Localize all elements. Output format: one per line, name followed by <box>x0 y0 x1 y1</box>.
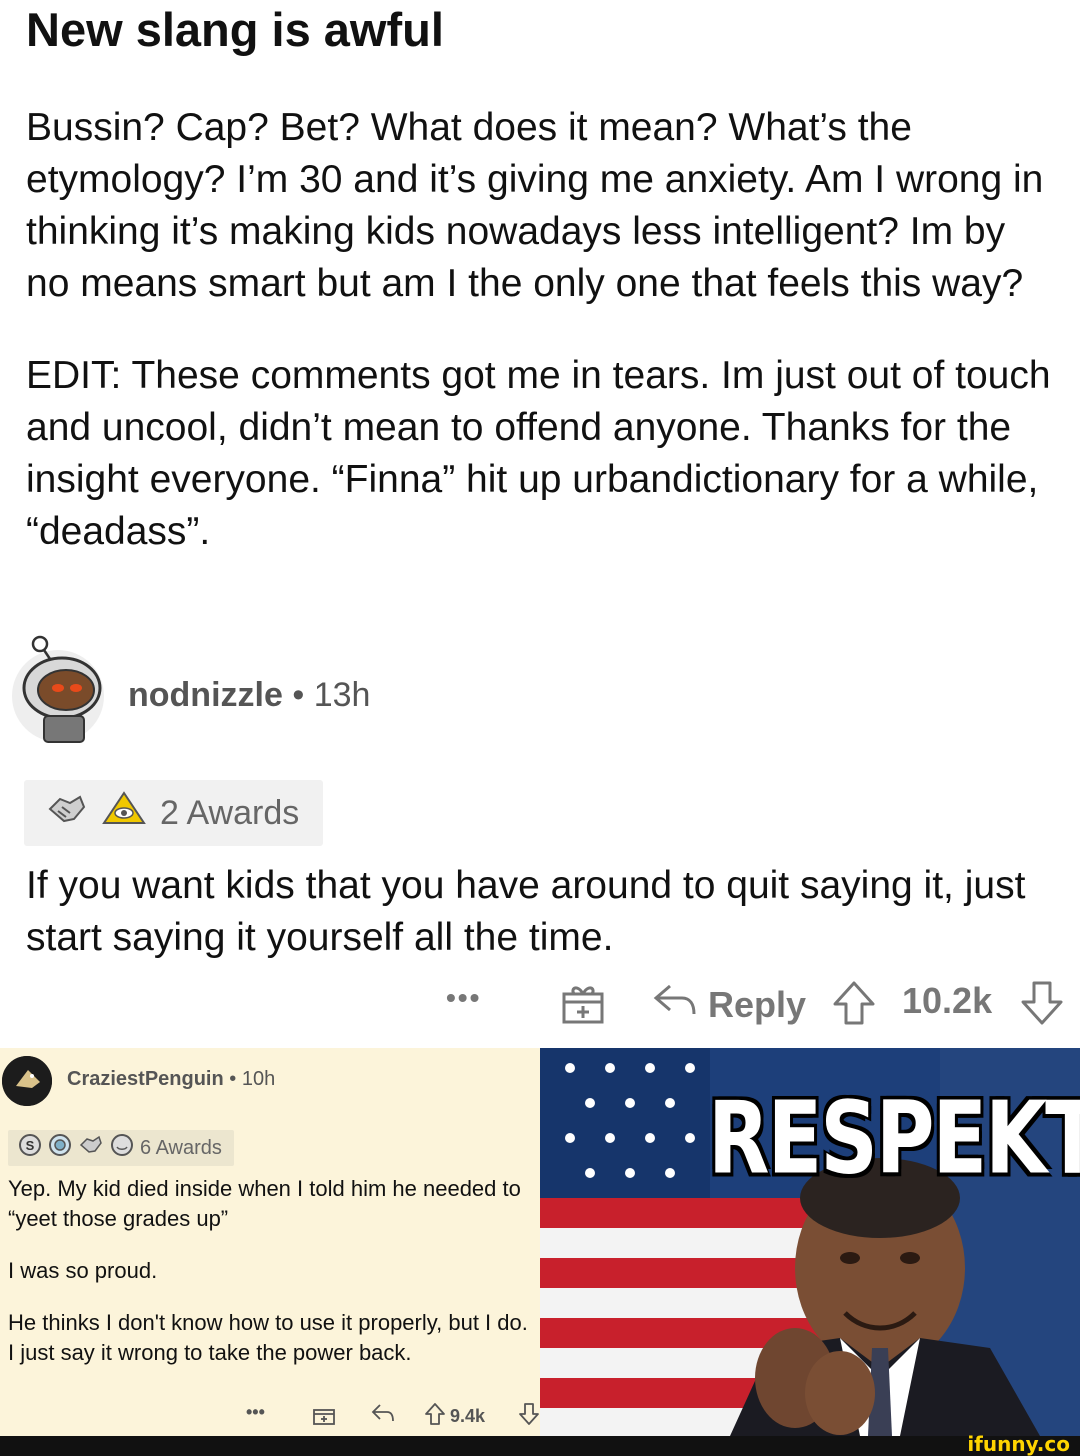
awards-badge[interactable]: S 6 Awards <box>8 1130 234 1166</box>
snoo-avatar-icon[interactable] <box>10 632 110 744</box>
awards-badge[interactable]: 2 Awards <box>24 780 324 846</box>
respekt-meme-image: RESPEKT <box>540 1048 1080 1436</box>
post-title: New slang is awful <box>26 3 444 56</box>
comment-timestamp: 10h <box>241 1068 276 1090</box>
more-options-button[interactable]: ••• <box>446 982 481 1014</box>
comment-timestamp: 13h <box>313 676 371 714</box>
wholesome-award-icon <box>110 1133 134 1163</box>
downvote-arrow-icon[interactable] <box>518 1402 540 1426</box>
comment-meta: CraziestPenguin • 10h <box>67 1068 275 1091</box>
footer-bar <box>0 1436 1080 1456</box>
vote-score: 10.2k <box>902 980 993 1021</box>
comment-paragraph: He thinks I don't know how to use it pro… <box>8 1310 528 1365</box>
helpful-award-icon <box>48 1133 72 1163</box>
awards-count-label: 6 Awards <box>140 1136 222 1159</box>
upvote-button[interactable]: 9.4k <box>424 1402 485 1431</box>
ifunny-watermark: ifunny.co <box>967 1432 1070 1456</box>
username-link[interactable]: nodnizzle <box>128 676 283 714</box>
awards-count-label: 2 Awards <box>160 793 300 832</box>
reply-arrow-icon <box>652 980 698 1029</box>
post-body: Bussin? Cap? Bet? What does it mean? Wha… <box>26 102 1056 598</box>
comment-body: Yep. My kid died inside when I told him … <box>8 1174 528 1390</box>
comment-meta: nodnizzle • 13h <box>128 676 370 715</box>
downvote-arrow-icon[interactable] <box>1020 980 1064 1026</box>
embedded-comment-screenshot: CraziestPenguin • 10h S 6 Awards Yep. My… <box>0 1048 540 1436</box>
post-body-edit: EDIT: These comments got me in tears. Im… <box>26 354 1051 553</box>
post-body-paragraph: Bussin? Cap? Bet? What does it mean? Wha… <box>26 106 1044 305</box>
more-options-button[interactable]: ••• <box>246 1402 265 1423</box>
comment-body: If you want kids that you have around to… <box>26 864 1026 959</box>
reply-label: Reply <box>708 983 807 1025</box>
meta-separator: • <box>229 1068 237 1090</box>
handshake-award-icon <box>78 1133 104 1163</box>
comment-actions: ••• Reply 10.2k <box>0 980 1080 1030</box>
comment-actions: ••• 9.4k <box>0 1402 540 1432</box>
penguin-avatar-icon[interactable] <box>2 1056 52 1106</box>
reply-arrow-icon[interactable] <box>370 1402 396 1424</box>
svg-text:S: S <box>26 1138 35 1153</box>
meta-separator: • <box>292 676 305 714</box>
upvote-arrow-icon[interactable] <box>832 980 876 1026</box>
username-link[interactable]: CraziestPenguin <box>67 1068 224 1090</box>
silver-award-icon: S <box>18 1133 42 1163</box>
meme-caption: RESPEKT <box>708 1080 1080 1197</box>
handshake-award-icon <box>44 789 88 838</box>
reply-button[interactable]: Reply <box>652 980 806 1029</box>
all-seeing-upvote-award-icon <box>100 789 148 838</box>
vote-score: 9.4k <box>450 1406 486 1426</box>
gift-icon[interactable] <box>312 1402 336 1426</box>
gift-icon[interactable] <box>560 980 606 1026</box>
comment-paragraph: I was so proud. <box>8 1258 158 1283</box>
upvote-arrow-icon <box>424 1402 446 1431</box>
comment-paragraph: Yep. My kid died inside when I told him … <box>8 1176 521 1231</box>
